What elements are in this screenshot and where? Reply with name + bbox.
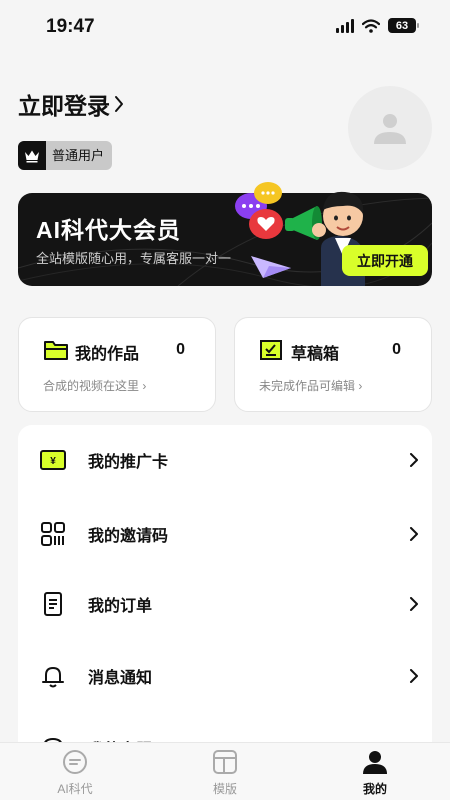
draft-icon: [260, 340, 282, 360]
badge-label: 普通用户: [52, 148, 105, 163]
chevron-right-icon: [115, 96, 123, 112]
menu-item-promo-card[interactable]: ¥ 我的推广卡: [18, 430, 432, 490]
chevron-right-icon: [410, 527, 418, 541]
menu-label: 我的推广卡: [88, 454, 169, 471]
bottom-tab-bar: AI科代 模版 我的: [0, 742, 450, 800]
drafts-count: 0: [392, 341, 401, 358]
menu-item-orders[interactable]: 我的订单: [18, 574, 432, 634]
crown-icon: [18, 141, 46, 170]
drafts-title: 草稿箱: [291, 346, 340, 363]
my-works-count: 0: [176, 341, 185, 358]
bell-icon: [42, 667, 64, 688]
chevron-right-icon: [410, 669, 418, 683]
folder-icon: [44, 341, 68, 360]
svg-text:¥: ¥: [50, 456, 56, 467]
promo-card-icon: ¥: [40, 450, 66, 470]
order-icon: [44, 592, 62, 616]
my-works-card[interactable]: 我的作品 0 合成的视频在这里 ›: [18, 317, 216, 412]
signal-icon: [336, 18, 354, 33]
my-works-subtitle: 合成的视频在这里 ›: [43, 379, 147, 393]
tab-label: 我的: [362, 782, 387, 796]
drafts-card[interactable]: 草稿箱 0 未完成作品可编辑 ›: [234, 317, 432, 412]
vip-subtitle: 全站模版随心用，专属客服一对一: [36, 251, 232, 266]
tab-ai-kedai[interactable]: AI科代: [0, 743, 150, 800]
login-link[interactable]: 立即登录: [18, 87, 124, 121]
my-works-title: 我的作品: [75, 346, 140, 363]
status-time: 19:47: [46, 16, 95, 37]
chat-icon: [63, 750, 87, 774]
tab-label: AI科代: [57, 782, 93, 796]
template-icon: [213, 750, 237, 774]
tab-label: 模版: [212, 782, 237, 796]
status-bar: 19:47 63: [0, 0, 450, 56]
avatar[interactable]: [348, 86, 432, 170]
tab-mine[interactable]: 我的: [300, 743, 450, 800]
status-icons: 63: [336, 18, 419, 33]
login-label: 立即登录: [18, 93, 110, 119]
menu-label: 我的订单: [88, 598, 153, 615]
wifi-icon: [362, 18, 380, 33]
profile-icon: [363, 751, 387, 774]
user-placeholder-icon: [374, 114, 406, 144]
vip-activate-button[interactable]: 立即开通: [342, 245, 428, 276]
user-level-badge: 普通用户: [18, 141, 113, 170]
tab-templates[interactable]: 模版: [150, 743, 300, 800]
battery-icon: 63: [388, 18, 419, 33]
chevron-right-icon: [410, 453, 418, 467]
menu-list: ¥ 我的推广卡 我的邀请码 我的订单 消息通知: [18, 425, 432, 765]
menu-item-invite-code[interactable]: 我的邀请码: [18, 504, 432, 564]
menu-label: 消息通知: [88, 670, 153, 687]
menu-label: 我的邀请码: [88, 528, 169, 545]
menu-item-notifications[interactable]: 消息通知: [18, 646, 432, 706]
vip-banner[interactable]: AI科代大会员 全站模版随心用，专属客服一对一 立即开通: [18, 182, 432, 286]
vip-title: AI科代大会员: [36, 217, 181, 243]
drafts-subtitle: 未完成作品可编辑 ›: [259, 379, 363, 393]
chevron-right-icon: [410, 597, 418, 611]
qr-code-icon: [41, 522, 65, 546]
